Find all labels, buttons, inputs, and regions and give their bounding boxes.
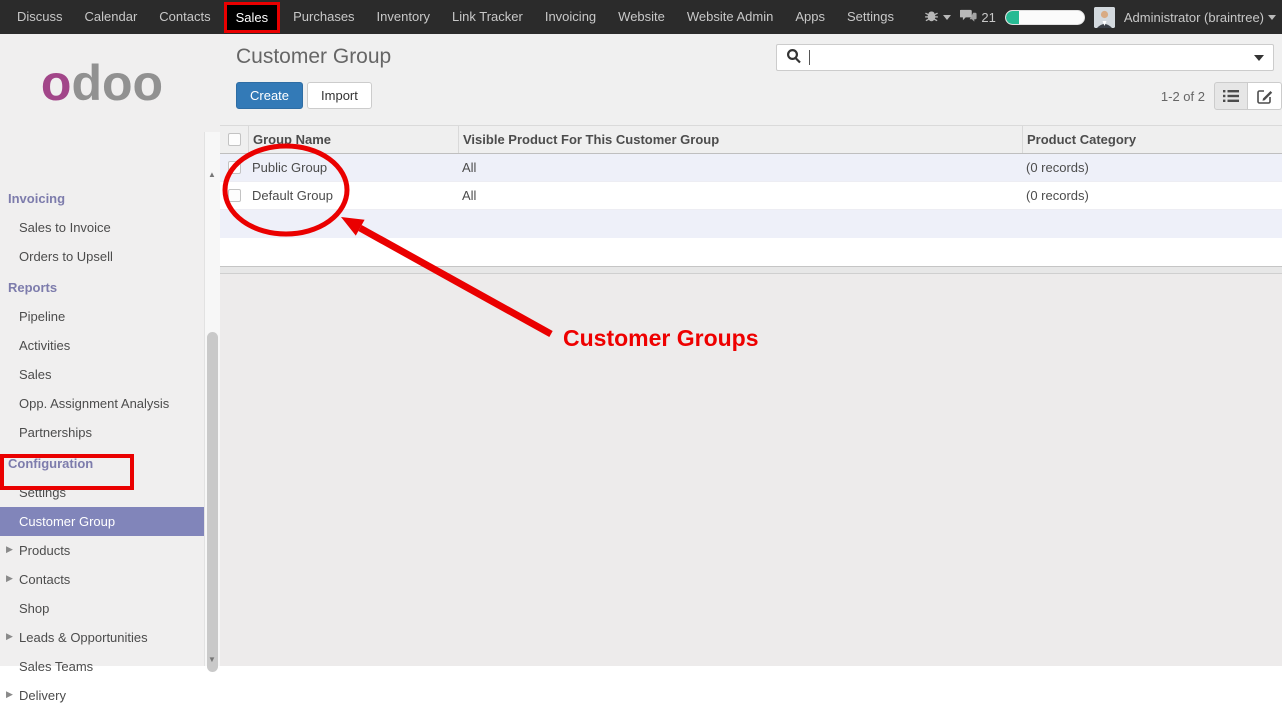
control-panel: Customer Group Create Import 1-2 of 2 — [220, 34, 1282, 126]
nav-sales-active-annotated[interactable]: Sales — [224, 2, 281, 33]
nav-link-tracker[interactable]: Link Tracker — [441, 0, 534, 34]
bug-icon — [924, 8, 939, 26]
messages-icon — [960, 8, 977, 26]
text-caret — [809, 50, 810, 65]
expand-arrow-icon[interactable]: ▶ — [6, 631, 13, 642]
row-checkbox-cell — [220, 154, 248, 181]
sidebar-item-contacts[interactable]: ▶Contacts — [0, 565, 204, 594]
cell-product-category: (0 records) — [1022, 182, 1282, 209]
sidebar-menu: Invoicing Sales to Invoice Orders to Ups… — [0, 182, 204, 710]
sidebar-item-products[interactable]: ▶Products — [0, 536, 204, 565]
sidebar-item-orders-to-upsell[interactable]: Orders to Upsell — [0, 242, 204, 271]
messages-menu[interactable]: 21 — [960, 8, 995, 26]
user-menu[interactable]: Administrator (braintree) — [1124, 10, 1276, 25]
sidebar: odoo Invoicing Sales to Invoice Orders t… — [0, 34, 220, 666]
cell-group-name: Default Group — [248, 182, 458, 209]
sidebar-scrollbar[interactable]: ▲ ▼ — [204, 132, 220, 666]
edit-icon — [1257, 88, 1273, 104]
page-title: Customer Group — [236, 45, 391, 69]
section-configuration: Configuration — [0, 447, 204, 478]
cell-visible-product: All — [458, 182, 1022, 209]
select-all-cell — [220, 126, 248, 153]
pager-area: 1-2 of 2 — [1161, 82, 1282, 110]
view-switcher — [1214, 82, 1282, 110]
search-options-chevron-icon[interactable] — [1254, 55, 1264, 61]
username: Administrator (braintree) — [1124, 10, 1264, 25]
table-row-default-group[interactable]: Default Group All (0 records) — [220, 182, 1282, 210]
table-footer-strip — [220, 266, 1282, 274]
cell-group-name: Public Group — [248, 154, 458, 181]
table-row-public-group[interactable]: Public Group All (0 records) — [220, 154, 1282, 182]
search-icon — [786, 48, 802, 67]
expand-arrow-icon[interactable]: ▶ — [6, 573, 13, 584]
scrollbar-thumb[interactable] — [207, 332, 218, 672]
create-button[interactable]: Create — [236, 82, 303, 109]
sidebar-item-shop[interactable]: Shop — [0, 594, 204, 623]
section-reports: Reports — [0, 271, 204, 302]
row-checkbox[interactable] — [228, 161, 241, 174]
nav-calendar[interactable]: Calendar — [74, 0, 149, 34]
select-all-checkbox[interactable] — [228, 133, 241, 146]
nav-settings[interactable]: Settings — [836, 0, 905, 34]
empty-row — [220, 238, 1282, 266]
chevron-down-icon — [1268, 15, 1276, 20]
action-buttons: Create Import — [236, 82, 372, 109]
navbar-systray: 21 Administrator (braintree) — [924, 7, 1282, 28]
expand-arrow-icon[interactable]: ▶ — [6, 689, 13, 700]
customer-group-list: Group Name Visible Product For This Cust… — [220, 126, 1282, 274]
sidebar-item-leads-opportunities[interactable]: ▶Leads & Opportunities — [0, 623, 204, 652]
column-visible-product[interactable]: Visible Product For This Customer Group — [458, 126, 1022, 153]
row-checkbox-cell — [220, 182, 248, 209]
sidebar-item-sales[interactable]: Sales — [0, 360, 204, 389]
search-input[interactable] — [776, 44, 1274, 71]
chevron-down-icon — [943, 15, 951, 20]
row-checkbox[interactable] — [228, 189, 241, 202]
debug-menu[interactable] — [924, 8, 951, 26]
sidebar-item-settings[interactable]: Settings — [0, 478, 204, 507]
sidebar-item-partnerships[interactable]: Partnerships — [0, 418, 204, 447]
nav-website-admin[interactable]: Website Admin — [676, 0, 784, 34]
nav-website[interactable]: Website — [607, 0, 676, 34]
list-icon — [1223, 89, 1239, 103]
sidebar-item-customer-group-active[interactable]: Customer Group — [0, 507, 204, 536]
table-header-row: Group Name Visible Product For This Cust… — [220, 126, 1282, 154]
form-view-button[interactable] — [1248, 82, 1282, 110]
import-button[interactable]: Import — [307, 82, 372, 109]
tour-progress-fill — [1006, 11, 1019, 24]
nav-contacts[interactable]: Contacts — [148, 0, 221, 34]
cell-product-category: (0 records) — [1022, 154, 1282, 181]
scroll-down-icon[interactable]: ▼ — [208, 655, 216, 664]
sidebar-item-sales-to-invoice[interactable]: Sales to Invoice — [0, 213, 204, 242]
column-product-category[interactable]: Product Category — [1022, 126, 1282, 153]
tour-progress-bar[interactable] — [1005, 10, 1085, 25]
section-invoicing: Invoicing — [0, 182, 204, 213]
top-navbar: Discuss Calendar Contacts Sales Purchase… — [0, 0, 1282, 34]
nav-purchases[interactable]: Purchases — [282, 0, 365, 34]
list-view-button[interactable] — [1214, 82, 1248, 110]
odoo-logo: odoo — [0, 34, 204, 152]
column-group-name[interactable]: Group Name — [248, 126, 458, 153]
nav-discuss[interactable]: Discuss — [6, 0, 74, 34]
sidebar-item-pipeline[interactable]: Pipeline — [0, 302, 204, 331]
nav-apps[interactable]: Apps — [784, 0, 836, 34]
message-count: 21 — [981, 10, 995, 25]
cell-visible-product: All — [458, 154, 1022, 181]
nav-inventory[interactable]: Inventory — [366, 0, 441, 34]
empty-row — [220, 210, 1282, 238]
main-menu: Discuss Calendar Contacts Sales Purchase… — [0, 0, 905, 34]
nav-invoicing[interactable]: Invoicing — [534, 0, 607, 34]
sidebar-item-opp-assignment-analysis[interactable]: Opp. Assignment Analysis — [0, 389, 204, 418]
expand-arrow-icon[interactable]: ▶ — [6, 544, 13, 555]
avatar[interactable] — [1094, 7, 1115, 28]
sidebar-item-sales-teams[interactable]: Sales Teams — [0, 652, 204, 681]
sidebar-item-delivery[interactable]: ▶Delivery — [0, 681, 204, 710]
main-content: Customer Group Create Import 1-2 of 2 — [220, 34, 1282, 666]
pager-counter: 1-2 of 2 — [1161, 89, 1205, 104]
scroll-up-icon[interactable]: ▲ — [208, 170, 216, 179]
sidebar-item-activities[interactable]: Activities — [0, 331, 204, 360]
